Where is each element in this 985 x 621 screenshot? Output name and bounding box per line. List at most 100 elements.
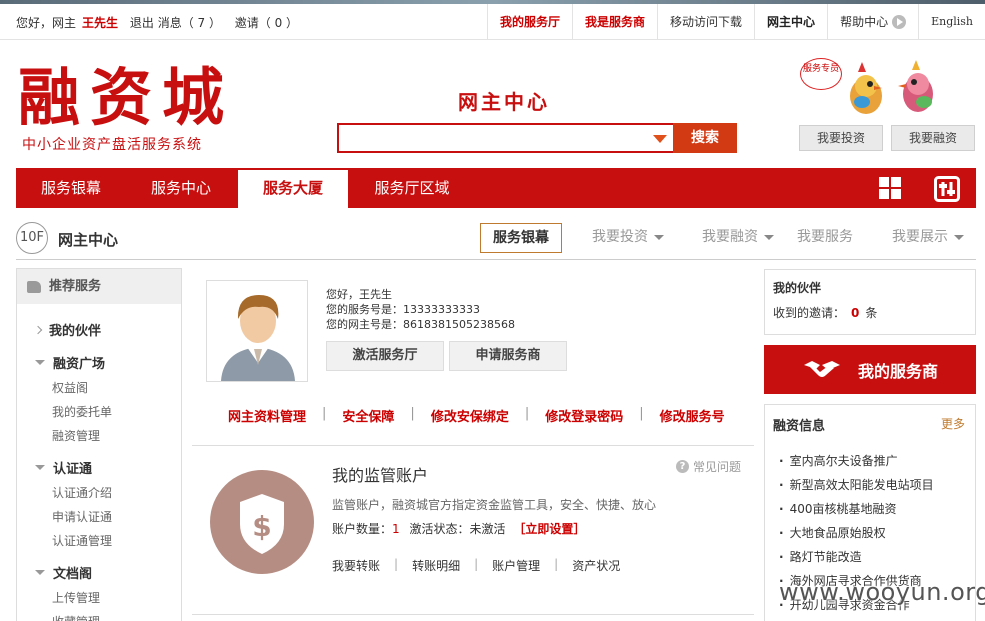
search-input[interactable] — [339, 125, 639, 151]
logo-subtitle: 中小企业资产盘活服务系统 — [22, 137, 202, 153]
list-item[interactable]: 大地食品原始股权 — [779, 521, 934, 545]
sidebar-link-cert-apply[interactable]: 申请认证通 — [52, 508, 181, 525]
owner-profile-mgmt-link[interactable]: 网主资料管理 — [228, 406, 306, 425]
list-item[interactable]: 400亩核桃基地融资 — [779, 497, 934, 521]
activate-hall-button[interactable]: 激活服务厅 — [326, 341, 444, 371]
apply-provider-button[interactable]: 申请服务商 — [449, 341, 567, 371]
sidebar-link-cert-mgmt[interactable]: 认证通管理 — [52, 532, 181, 549]
my-service-hall-link[interactable]: 我的服务厅 — [487, 4, 572, 40]
sidebar-link-cert-intro[interactable]: 认证通介绍 — [52, 484, 181, 501]
logo-title: 融资城 — [18, 61, 235, 134]
nav-service-center[interactable]: 服务中心 — [126, 168, 236, 208]
sidebar-group-label: 认证通 — [53, 462, 93, 477]
grid-icon[interactable] — [878, 176, 902, 200]
list-item[interactable]: 路灯节能改造 — [779, 545, 934, 569]
transfer-link[interactable]: 我要转账 — [332, 557, 380, 574]
divider: | — [639, 406, 644, 421]
floor-tab-display-label: 我要展示 — [892, 229, 948, 245]
sidebar-group-label: 文档阁 — [53, 567, 93, 582]
sidebar-link-my-orders[interactable]: 我的委托单 — [52, 403, 181, 420]
settings-panel-icon[interactable] — [934, 176, 960, 202]
faq-label: 常见问题 — [693, 460, 742, 474]
partners-invites: 收到的邀请： 0 条 — [773, 304, 877, 321]
username-link[interactable]: 王先生 — [82, 16, 118, 30]
floor-tab-service[interactable]: 我要服务 — [797, 223, 853, 253]
list-item[interactable]: 室内高尔夫设备推广 — [779, 449, 934, 473]
mascot-birds[interactable]: 服务专员 — [800, 56, 950, 120]
floor-tab-finance-label: 我要融资 — [702, 229, 758, 245]
list-item[interactable]: 新型高效太阳能发电站项目 — [779, 473, 934, 497]
owner-center-link[interactable]: 网主中心 — [754, 4, 827, 40]
account-count: 1 — [392, 522, 400, 536]
sidebar-link-upload[interactable]: 上传管理 — [52, 589, 181, 606]
account-description: 监管账户，融资城官方指定资金监管工具，安全、快捷、放心 — [332, 498, 657, 512]
invest-button[interactable]: 我要投资 — [799, 125, 883, 151]
triangle-down-icon — [35, 360, 45, 365]
nav-service-screen[interactable]: 服务银幕 — [16, 168, 126, 208]
question-icon: ? — [676, 460, 689, 473]
mobile-download-link[interactable]: 移动访问下载 — [657, 4, 754, 40]
change-login-password-link[interactable]: 修改登录密码 — [545, 406, 623, 425]
finance-button[interactable]: 我要融资 — [891, 125, 975, 151]
invites-link[interactable]: 邀请（ 0 ） — [235, 16, 298, 30]
activation-status: 激活状态：未激活 — [409, 522, 506, 536]
messages-link[interactable]: 消息（ 7 ） — [158, 16, 221, 30]
partners-title: 我的伙伴 — [773, 281, 822, 295]
floor-tab-service-screen[interactable]: 服务银幕 — [480, 223, 562, 253]
logout-link[interactable]: 退出 — [130, 16, 154, 30]
top-bar: 您好，网主 王先生 退出 消息（ 7 ） 邀请（ 0 ） 我的服务厅 我是服务商 … — [0, 4, 985, 40]
change-service-no-link[interactable]: 修改服务号 — [660, 406, 725, 425]
sidebar-link-favorites[interactable]: 收藏管理 — [52, 613, 181, 621]
my-provider-label: 我的服务商 — [857, 361, 938, 381]
floor-bar: 10F 网主中心 服务银幕 我要投资 我要融资 我要服务 我要展示 — [16, 220, 976, 260]
floor-tab-invest[interactable]: 我要投资 — [592, 223, 664, 253]
sidebar-item-my-partners[interactable]: 我的伙伴 — [33, 320, 181, 339]
english-link[interactable]: English — [918, 4, 985, 40]
account-mgmt-link[interactable]: 账户管理 — [492, 557, 540, 574]
sidebar-group-docs: 文档阁 上传管理 收藏管理 — [17, 563, 181, 621]
floor-tab-display[interactable]: 我要展示 — [892, 223, 964, 253]
help-center-label: 帮助中心 — [840, 15, 889, 29]
center-title: 网主中心 — [458, 90, 550, 114]
avatar[interactable] — [206, 280, 308, 382]
site-logo[interactable]: 融资城 中小企业资产盘活服务系统 — [18, 62, 248, 154]
asset-status-link[interactable]: 资产状况 — [572, 557, 620, 574]
sidebar-item-finance-square[interactable]: 融资广场 — [35, 353, 181, 372]
transfer-detail-link[interactable]: 转账明细 — [412, 557, 460, 574]
set-now-link[interactable]: ［立即设置］ — [513, 522, 585, 536]
caret-down-icon — [954, 234, 964, 240]
sidebar-link-finance-mgmt[interactable]: 融资管理 — [52, 427, 181, 444]
divider: | — [394, 557, 399, 571]
faq-link[interactable]: ? 常见问题 — [676, 458, 741, 475]
sidebar-link-equity[interactable]: 权益阁 — [52, 379, 181, 396]
user-avatar-icon — [207, 281, 307, 381]
search-dropdown-icon[interactable] — [653, 135, 667, 143]
sidebar-group-partners: 我的伙伴 — [17, 320, 181, 339]
account-status: 账户数量：1 激活状态：未激活 ［立即设置］ — [332, 520, 585, 537]
more-link[interactable]: 更多 — [941, 415, 965, 432]
i-am-provider-link[interactable]: 我是服务商 — [572, 4, 657, 40]
search-button[interactable]: 搜索 — [673, 123, 737, 153]
floor-tab-finance[interactable]: 我要融资 — [702, 223, 774, 253]
help-center-link[interactable]: 帮助中心 — [827, 4, 918, 40]
sidebar-item-certification[interactable]: 认证通 — [35, 458, 181, 477]
nav-service-building[interactable]: 服务大厦 — [238, 170, 348, 212]
watermark: www.wooyun.org — [779, 578, 985, 606]
invites-count[interactable]: 0 — [851, 306, 859, 320]
nav-service-hall-region[interactable]: 服务厅区域 — [352, 168, 472, 208]
sidebar-item-docs[interactable]: 文档阁 — [35, 563, 181, 582]
shield-dollar-icon: $ — [210, 470, 314, 574]
sidebar-group-label: 融资广场 — [53, 357, 106, 372]
sidebar-group-certification: 认证通 认证通介绍 申请认证通 认证通管理 — [17, 458, 181, 549]
floor-title: 网主中心 — [58, 231, 119, 249]
profile-owner-no: 您的网主号是：8618381505238568 — [326, 318, 515, 331]
sidebar-group-label: 我的伙伴 — [49, 324, 102, 339]
my-provider-button[interactable]: 我的服务商 — [764, 345, 976, 394]
sidebar-header-label: 推荐服务 — [49, 278, 102, 294]
search-bar: 搜索 — [337, 123, 737, 153]
birds-icon — [850, 60, 933, 114]
change-security-binding-link[interactable]: 修改安保绑定 — [431, 406, 509, 425]
security-link[interactable]: 安全保障 — [342, 406, 394, 425]
floor-badge: 10F — [16, 222, 48, 254]
caret-down-icon — [764, 234, 774, 240]
